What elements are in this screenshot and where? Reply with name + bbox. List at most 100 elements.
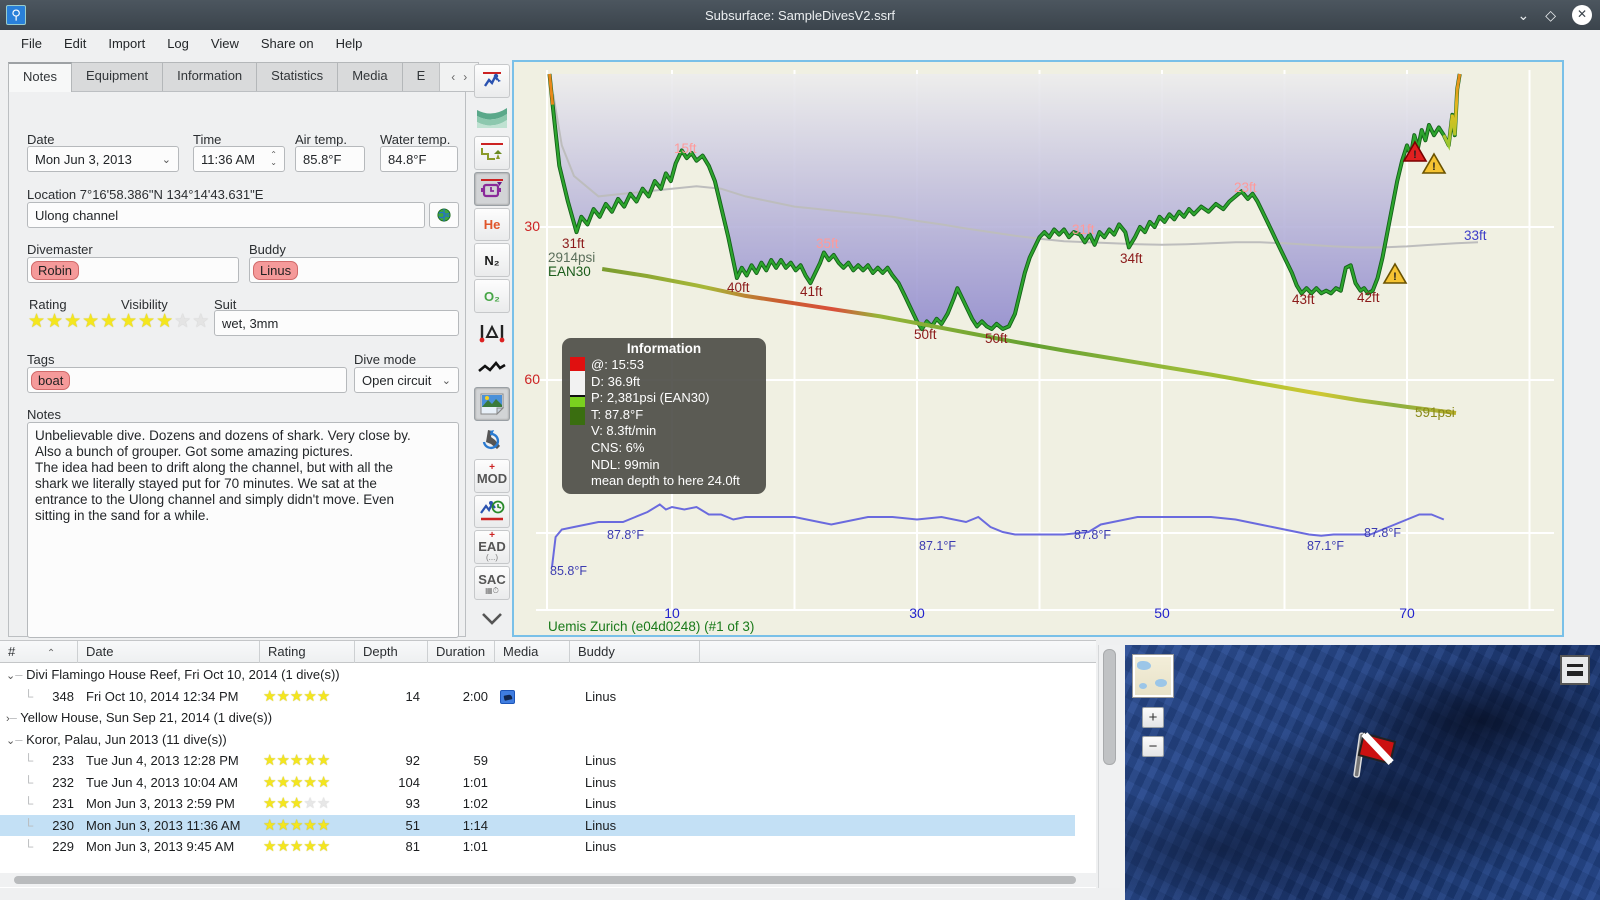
svg-text:87.8°F: 87.8°F (1074, 528, 1111, 542)
menu-item-view[interactable]: View (200, 33, 250, 54)
ceiling-increments-icon[interactable] (474, 135, 510, 170)
tab-information[interactable]: Information (162, 62, 258, 92)
tab-scroll-left-icon[interactable]: ‹ (451, 70, 455, 84)
photos-icon[interactable] (474, 386, 510, 421)
menu-item-log[interactable]: Log (156, 33, 200, 54)
divemaster-input[interactable]: Robin (27, 257, 239, 283)
location-label: Location 7°16'58.386"N 134°14'43.631"E (27, 187, 264, 202)
divemaster-tag[interactable]: Robin (31, 260, 79, 280)
menu-item-help[interactable]: Help (325, 33, 374, 54)
menu-item-edit[interactable]: Edit (53, 33, 97, 54)
divemode-value: Open circuit (362, 372, 432, 388)
dive-list-header: # ⌃ Date Rating Depth Duration Media Buddy (0, 641, 1096, 663)
rating-stars[interactable]: ★★★★★ (28, 310, 118, 333)
column-header-duration[interactable]: Duration (428, 641, 495, 663)
ndl-icon[interactable] (474, 494, 510, 529)
column-header-num[interactable]: # ⌃ (0, 641, 78, 663)
buddy-tag[interactable]: Linus (253, 260, 299, 280)
dive-row-348[interactable]: └ 348 Fri Oct 10, 2014 12:34 PM ★★★★★ 14 2:00… (0, 686, 1075, 708)
tab-notes[interactable]: Notes (8, 62, 72, 92)
map-zoom-out-button[interactable]: − (1142, 736, 1164, 757)
dive-row-230[interactable]: └ 230 Mon Jun 3, 2013 11:36 AM ★★★★★ 51 1:14 L… (0, 814, 1075, 836)
gas-change-icon[interactable] (474, 423, 510, 457)
trip-row[interactable]: ›– Yellow House, Sun Sep 21, 2014 (1 div… (0, 707, 1075, 729)
dive-number: 348 (52, 688, 74, 704)
svg-text:50ft: 50ft (985, 331, 1008, 346)
tag-boat[interactable]: boat (31, 370, 71, 390)
menu-item-share-on[interactable]: Share on (250, 33, 325, 54)
svg-text:60: 60 (524, 371, 540, 387)
dive-row-233[interactable]: └ 233 Tue Jun 4, 2013 12:28 PM ★★★★★ 92 59 Lin… (0, 750, 1075, 772)
map-zoom-in-button[interactable]: + (1142, 707, 1164, 728)
menu-item-import[interactable]: Import (97, 33, 156, 54)
map-menu-button[interactable] (1560, 655, 1590, 685)
dc-ceiling-icon[interactable] (474, 64, 510, 98)
hscroll-thumb[interactable] (14, 876, 1076, 884)
suit-input[interactable]: wet, 3mm (214, 310, 459, 336)
dive-site-map[interactable]: + − (1125, 645, 1600, 900)
vscroll-thumb[interactable] (1103, 649, 1116, 765)
scroll-down-icon[interactable] (474, 602, 510, 636)
menu-item-file[interactable]: File (10, 33, 53, 54)
horizontal-scrollbar[interactable] (0, 873, 1096, 887)
column-header-media[interactable]: Media (495, 641, 570, 663)
trip-row[interactable]: ⌄– Divi Flamingo House Reef, Fri Oct 10,… (0, 664, 1075, 686)
dive-rating-stars: ★★★★★ (263, 773, 331, 791)
dive-row-229[interactable]: └ 229 Mon Jun 3, 2013 9:45 AM ★★★★★ 81 1:01 Li… (0, 836, 1075, 858)
ead-icon[interactable]: + EAD (...) (474, 530, 510, 565)
helium-icon[interactable]: He (474, 207, 510, 242)
ruler-icon[interactable] (474, 315, 510, 349)
tab-statistics[interactable]: Statistics (256, 62, 339, 92)
tab-equipment[interactable]: Equipment (70, 62, 164, 92)
collapse-icon[interactable]: ⌄ (6, 670, 15, 682)
svg-text:85.8°F: 85.8°F (550, 564, 587, 578)
dive-depth: 81 (405, 839, 420, 854)
svg-text:87.1°F: 87.1°F (1307, 539, 1344, 553)
dive-depth: 104 (398, 774, 420, 790)
visibility-stars[interactable]: ★★★★★ (120, 310, 210, 333)
dive-row-232[interactable]: └ 232 Tue Jun 4, 2013 10:04 AM ★★★★★ 104 1:01… (0, 772, 1075, 794)
tissues-icon[interactable] (474, 171, 510, 206)
notes-textarea[interactable] (27, 422, 459, 638)
column-header-rating[interactable]: Rating (260, 641, 355, 663)
dive-duration: 2:00 (462, 688, 488, 704)
trip-row[interactable]: ⌄– Koror, Palau, Jun 2013 (11 dive(s)) (0, 729, 1075, 751)
minimize-icon[interactable]: ⌄ (1517, 7, 1529, 24)
spinner-arrows-icon[interactable]: ⌃ ⌄ (270, 151, 277, 167)
dive-row-231[interactable]: └ 231 Mon Jun 3, 2013 2:59 PM ★★★★★ 93 1:02 Li… (0, 793, 1075, 815)
media-thumbnail-icon[interactable] (500, 690, 515, 705)
airtemp-field[interactable]: 85.8°F (295, 146, 365, 172)
maximize-icon[interactable]: ◇ (1545, 7, 1556, 24)
collapse-icon[interactable]: ⌄ (6, 735, 15, 747)
info-box-color-strip (570, 357, 585, 490)
time-spinner[interactable]: 11:36 AM ⌃ ⌄ (193, 146, 285, 172)
calculated-ceiling-icon[interactable] (474, 100, 510, 134)
column-header-depth[interactable]: Depth (355, 641, 428, 663)
divemode-dropdown[interactable]: Open circuit ⌄ (354, 367, 459, 393)
nitrogen-icon[interactable]: N₂ (474, 243, 510, 278)
close-icon[interactable]: ✕ (1572, 5, 1592, 25)
location-input[interactable]: Ulong channel (27, 202, 425, 228)
column-header-buddy[interactable]: Buddy (570, 641, 700, 663)
buddy-input[interactable]: Linus (249, 257, 459, 283)
date-label: Date (27, 132, 55, 147)
notes-tab-content: Date Time Air temp. Water temp. Mon Jun … (8, 91, 466, 638)
tags-input[interactable]: boat (27, 367, 347, 393)
heartrate-icon[interactable] (474, 351, 510, 385)
watertemp-field[interactable]: 84.8°F (380, 146, 458, 172)
vertical-scrollbar[interactable] (1098, 645, 1120, 888)
dive-flag-marker[interactable] (1347, 727, 1399, 783)
sac-icon[interactable]: SAC ▦⏱ (474, 566, 510, 601)
date-dropdown[interactable]: Mon Jun 3, 2013 ⌄ (27, 146, 179, 172)
oxygen-icon[interactable]: O₂ (474, 279, 510, 314)
globe-button[interactable] (429, 202, 459, 228)
column-header-date[interactable]: Date (78, 641, 260, 663)
map-type-thumbnail[interactable] (1132, 654, 1174, 698)
tab-e[interactable]: E (401, 62, 441, 92)
date-value: Mon Jun 3, 2013 (35, 151, 132, 167)
tab-media[interactable]: Media (337, 62, 403, 92)
svg-text:31ft: 31ft (1072, 222, 1095, 237)
mod-icon[interactable]: + MOD (474, 458, 510, 493)
svg-text:15ft: 15ft (674, 141, 697, 156)
tab-scroll-right-icon[interactable]: › (463, 70, 467, 84)
